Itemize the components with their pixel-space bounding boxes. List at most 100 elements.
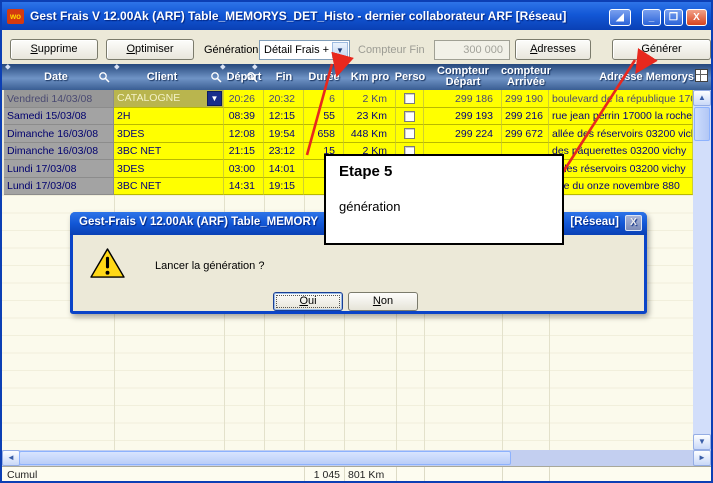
cell-adresse[interactable]: allée des réservoirs 03200 vichy — [549, 125, 693, 143]
table-grid-icon[interactable] — [695, 69, 708, 82]
cell-client[interactable]: 3BC NET — [114, 143, 224, 161]
app-window: wo Gest Frais V 12.00Ak (ARF) Table_MEMO… — [0, 0, 713, 483]
cell-depart[interactable]: 21:15 — [224, 143, 264, 161]
table-row[interactable]: Dimanche 16/03/083DES12:0819:54658448 Km… — [2, 125, 693, 143]
cell-fin[interactable]: 19:15 — [264, 178, 304, 196]
cell-date[interactable]: Samedi 15/03/08 — [4, 108, 114, 126]
column-resize-icon[interactable]: ⬥ — [252, 63, 260, 71]
column-resize-icon[interactable]: ⬥ — [114, 63, 122, 71]
cell-fin[interactable]: 20:32 — [264, 90, 304, 108]
cell-duree[interactable]: 55 — [304, 108, 344, 126]
cell-depart[interactable]: 14:31 — [224, 178, 264, 196]
table-row[interactable]: Vendredi 14/03/08CATALOGNE▼20:2620:3262 … — [2, 90, 693, 108]
chevron-down-icon[interactable]: ▼ — [332, 42, 348, 58]
cell-date[interactable]: Lundi 17/03/08 — [4, 178, 114, 196]
generer-button[interactable]: Générer — [612, 39, 711, 60]
cell-depart[interactable]: 03:00 — [224, 160, 264, 178]
cell-client[interactable]: 3BC NET — [114, 178, 224, 196]
minimize-button[interactable]: _ — [642, 9, 661, 26]
vertical-scrollbar[interactable]: ▲ ▼ — [693, 90, 711, 450]
client-dropdown-button[interactable]: ▼ — [207, 91, 222, 106]
cell-adresse[interactable]: rue jean perrin 17000 la rochelle — [549, 108, 693, 126]
cell-fin[interactable]: 14:01 — [264, 160, 304, 178]
col-header-adresse[interactable]: Adresse Memorys — [562, 64, 694, 90]
generation-selected-value: Détail Frais + IK — [264, 44, 343, 56]
cell-fin[interactable]: 23:12 — [264, 143, 304, 161]
scroll-left-icon[interactable]: ◄ — [2, 450, 20, 466]
column-resize-icon[interactable]: ⬥ — [220, 63, 228, 71]
adresses-button[interactable]: Adresses — [515, 39, 591, 60]
window-menu-button[interactable]: ◢ — [609, 9, 631, 26]
maximize-button[interactable]: ❐ — [664, 9, 683, 26]
col-header-date[interactable]: Date — [16, 64, 96, 90]
dialog-title-network: [Réseau] — [570, 216, 619, 228]
cell-c_dep[interactable]: 299 193 — [424, 108, 502, 126]
cell-depart[interactable]: 12:08 — [224, 125, 264, 143]
cell-client[interactable]: 2H — [114, 108, 224, 126]
cumul-duree-value: 1 045 — [304, 469, 340, 481]
cell-perso[interactable] — [396, 125, 424, 143]
cell-fin[interactable]: 12:15 — [264, 108, 304, 126]
generation-select[interactable]: Détail Frais + IK ▼ — [259, 40, 350, 60]
cell-date[interactable]: Dimanche 16/03/08 — [4, 143, 114, 161]
cell-c_arr[interactable]: 299 216 — [502, 108, 549, 126]
horizontal-scrollbar[interactable]: ◄ ► — [2, 450, 711, 466]
compteur-fin-field[interactable]: 300 000 — [434, 40, 510, 60]
table-row[interactable]: Samedi 15/03/082H08:3912:155523 Km 299 19… — [2, 108, 693, 126]
search-icon[interactable] — [210, 71, 222, 83]
scroll-right-icon[interactable]: ► — [693, 450, 711, 466]
col-header-fin[interactable]: Fin — [264, 64, 304, 90]
cell-client[interactable]: 3DES — [114, 160, 224, 178]
cell-date[interactable]: Dimanche 16/03/08 — [4, 125, 114, 143]
cell-depart[interactable]: 20:26 — [224, 90, 264, 108]
scroll-up-icon[interactable]: ▲ — [693, 90, 711, 106]
cell-duree[interactable]: 6 — [304, 90, 344, 108]
col-header-kmpro[interactable]: Km pro — [344, 64, 396, 90]
optimiser-button[interactable]: Optimiser — [106, 39, 194, 60]
cell-client[interactable]: 3DES — [114, 125, 224, 143]
cell-depart[interactable]: 08:39 — [224, 108, 264, 126]
cell-adresse[interactable]: nue du onze novembre 880 — [549, 178, 693, 196]
vertical-scroll-thumb[interactable] — [694, 107, 710, 141]
cell-perso[interactable] — [396, 108, 424, 126]
title-bar: wo Gest Frais V 12.00Ak (ARF) Table_MEMO… — [2, 2, 711, 30]
compteur-fin-label: Compteur Fin — [358, 44, 425, 56]
col-header-compteur-arrivee[interactable]: compteur Arrivée — [500, 64, 552, 90]
dialog-close-icon[interactable]: X — [625, 215, 642, 231]
column-resize-icon[interactable]: ⬥ — [5, 63, 13, 71]
cell-km[interactable]: 2 Km — [344, 90, 396, 108]
perso-checkbox[interactable] — [404, 93, 415, 104]
non-button[interactable]: Non — [348, 292, 418, 311]
cell-fin[interactable]: 19:54 — [264, 125, 304, 143]
cell-c_arr[interactable]: 299 190 — [502, 90, 549, 108]
cell-adresse[interactable]: e des réservoirs 03200 vichy — [549, 160, 693, 178]
cell-c_arr[interactable]: 299 672 — [502, 125, 549, 143]
supprime-button[interactable]: Supprime — [10, 39, 98, 60]
cell-date[interactable]: Vendredi 14/03/08 — [4, 90, 114, 108]
horizontal-scroll-thumb[interactable] — [19, 451, 511, 465]
col-header-perso[interactable]: Perso — [394, 64, 426, 90]
cell-duree[interactable]: 658 — [304, 125, 344, 143]
oui-button[interactable]: Oui — [273, 292, 343, 311]
warning-icon — [90, 248, 125, 279]
toolbar: Supprime Optimiser Génération Détail Fra… — [2, 30, 711, 64]
col-header-duree[interactable]: Durée — [304, 64, 344, 90]
cell-c_dep[interactable]: 299 224 — [424, 125, 502, 143]
col-header-client[interactable]: Client — [122, 64, 202, 90]
cell-adresse[interactable]: boulevard de la république 170 — [549, 90, 693, 108]
cell-date[interactable]: Lundi 17/03/08 — [4, 160, 114, 178]
perso-checkbox[interactable] — [404, 128, 415, 139]
cell-c_dep[interactable]: 299 186 — [424, 90, 502, 108]
cell-client[interactable]: CATALOGNE▼ — [114, 90, 224, 108]
scroll-down-icon[interactable]: ▼ — [693, 434, 711, 450]
cumul-label: Cumul — [7, 469, 37, 481]
search-icon[interactable] — [246, 71, 258, 83]
cell-km[interactable]: 23 Km — [344, 108, 396, 126]
perso-checkbox[interactable] — [404, 111, 415, 122]
cell-km[interactable]: 448 Km — [344, 125, 396, 143]
close-button[interactable]: X — [686, 9, 707, 26]
cell-perso[interactable] — [396, 90, 424, 108]
search-icon[interactable] — [98, 71, 110, 83]
cell-adresse[interactable]: des pâquerettes 03200 vichy — [549, 143, 693, 161]
col-header-compteur-depart[interactable]: Compteur Départ — [424, 64, 502, 90]
